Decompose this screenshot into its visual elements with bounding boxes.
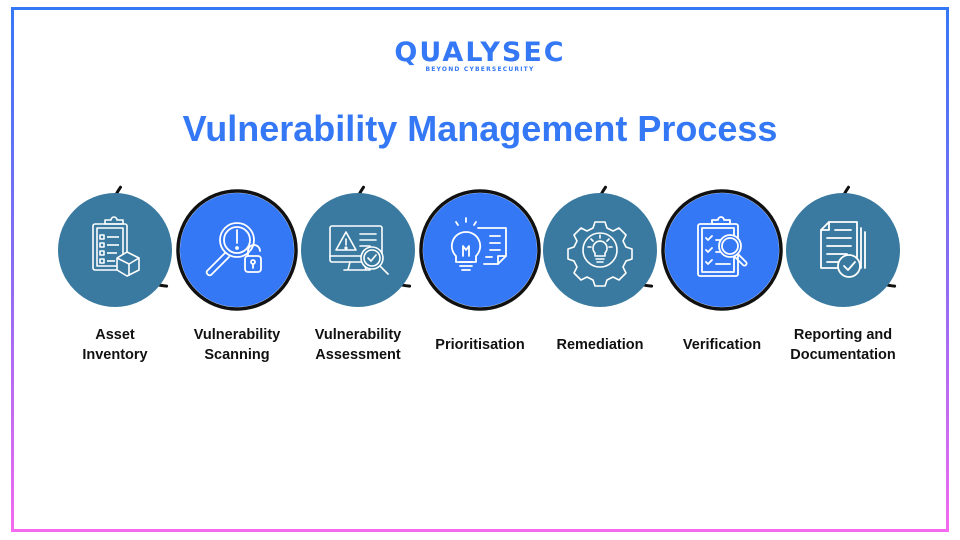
step-label-line: Verification xyxy=(682,337,762,353)
step-label-line: Inventory xyxy=(82,347,148,363)
step-label-line: Vulnerability xyxy=(193,327,281,343)
step-5: Remediation xyxy=(535,185,665,385)
step-circle xyxy=(301,185,415,307)
step-label-line: Remediation xyxy=(556,337,644,353)
step-circle xyxy=(661,189,783,311)
step-circle-fill xyxy=(786,193,900,307)
step-label-line: Scanning xyxy=(204,347,270,363)
step-label: Vulnerability Assessment xyxy=(288,325,428,365)
step-circle-fill xyxy=(301,193,415,307)
step-label: Verification xyxy=(652,335,792,355)
step-circle-fill xyxy=(543,193,657,307)
step-circle xyxy=(419,189,541,311)
step-label-line: Documentation xyxy=(790,347,896,363)
step-circle xyxy=(176,189,298,311)
process-steps: Asset Inventory Vulnerability Scanning Vul… xyxy=(0,0,960,540)
step-label: Remediation xyxy=(530,335,670,355)
step-label: Vulnerability Scanning xyxy=(167,325,307,365)
step-6: Verification xyxy=(657,185,787,385)
step-label-line: Reporting and xyxy=(793,327,893,343)
step-label-line: Vulnerability xyxy=(314,327,402,343)
step-7: Reporting and Documentation xyxy=(778,185,908,385)
step-circle-fill xyxy=(58,193,172,307)
step-2: Vulnerability Scanning xyxy=(172,185,302,385)
step-circle xyxy=(786,185,900,307)
step-label: Asset Inventory xyxy=(45,325,185,365)
step-circle-fill xyxy=(180,193,294,307)
step-label-line: Assessment xyxy=(315,347,401,363)
step-4: Prioritisation xyxy=(415,185,545,385)
step-1: Asset Inventory xyxy=(50,185,180,385)
step-3: Vulnerability Assessment xyxy=(293,185,423,385)
step-label-line: Prioritisation xyxy=(435,337,525,353)
step-circle xyxy=(58,185,172,307)
step-circle xyxy=(543,185,657,307)
step-label: Reporting and Documentation xyxy=(773,325,913,365)
step-label: Prioritisation xyxy=(410,335,550,355)
step-label-line: Asset xyxy=(95,327,135,343)
